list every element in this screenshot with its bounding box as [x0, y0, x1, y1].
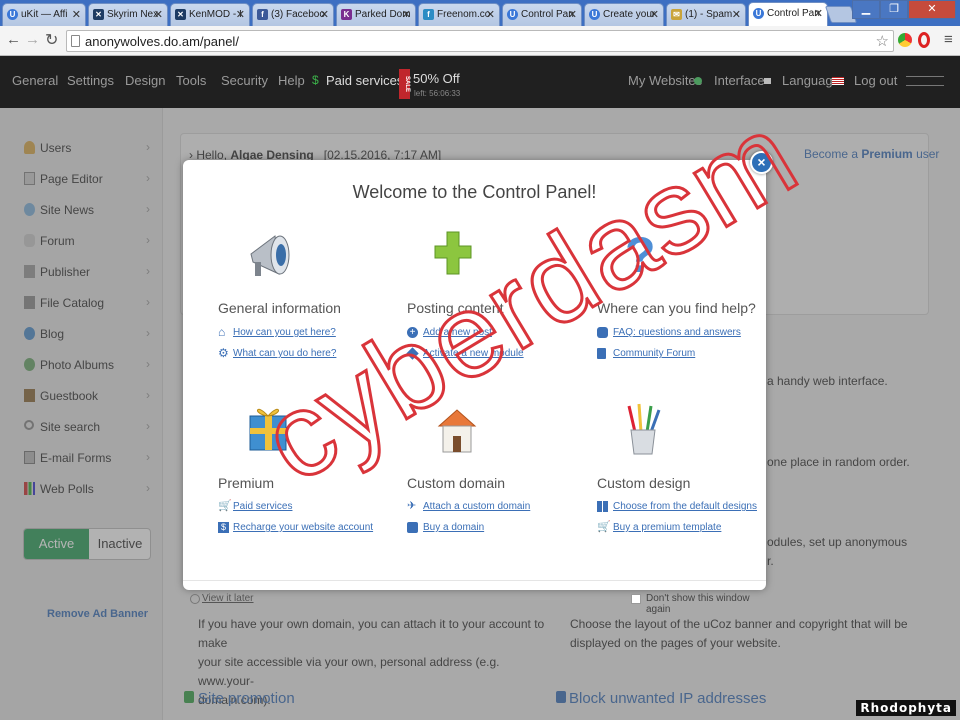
dont-show-label: Don't show this window again [646, 593, 750, 615]
address-bar[interactable]: anonywolves.do.am/panel/ ☆ [66, 30, 894, 52]
close-window-icon[interactable]: ✕ [908, 0, 956, 19]
tab-close-icon[interactable]: ✕ [402, 8, 411, 21]
tab-label: (3) Faceboo [271, 9, 325, 20]
attach-icon: ✈ [407, 500, 417, 512]
clock-icon [190, 594, 200, 604]
maximize-icon[interactable]: ❐ [880, 0, 908, 19]
link-buy-domain[interactable]: Buy a domain [423, 522, 484, 533]
section-title-custom-design: Custom design [597, 475, 691, 491]
tab-label: uKit — Affi [21, 9, 68, 20]
nexus-favicon-icon: ✕ [175, 9, 186, 20]
buy-domain-icon [407, 522, 418, 533]
nav-my-websites[interactable]: My Websites [628, 73, 702, 88]
tab-label: KenMOD - I [189, 9, 242, 20]
link-faq[interactable]: FAQ: questions and answers [613, 327, 741, 338]
nav-design[interactable]: Design [125, 73, 165, 88]
page-icon [71, 35, 80, 47]
freenom-favicon-icon: f [423, 9, 434, 20]
browser-tab[interactable]: f Freenom.co ✕ [418, 3, 500, 26]
signature-label: Rhodophyta [856, 700, 956, 716]
tab-label: Control Pan [767, 8, 820, 19]
home-icon: ⌂ [218, 325, 226, 339]
ukit-favicon-icon: U [589, 9, 600, 20]
nav-security[interactable]: Security [221, 73, 268, 88]
browser-tab-active[interactable]: U Control Pan ✕ [748, 2, 828, 26]
nexus-favicon-icon: ✕ [93, 9, 104, 20]
ukit-favicon-icon: U [753, 8, 764, 19]
nav-settings[interactable]: Settings [67, 73, 114, 88]
browser-tab[interactable]: UuKit — Affi ✕ [2, 3, 86, 26]
expand-icon[interactable] [906, 76, 944, 86]
parked-domain-favicon-icon: K [341, 9, 352, 20]
dont-show-checkbox[interactable] [631, 594, 641, 604]
link-attach-custom-domain[interactable]: Attach a custom domain [423, 501, 530, 512]
opera-extension-icon[interactable] [918, 32, 930, 48]
ukit-favicon-icon: U [507, 9, 518, 20]
tab-close-icon[interactable]: ✕ [154, 8, 163, 21]
gear-icon: ⚙ [218, 346, 229, 360]
reload-icon[interactable]: ↻ [45, 30, 58, 50]
view-it-later-link[interactable]: View it later [202, 593, 254, 604]
back-arrow-icon[interactable]: ← [6, 31, 21, 48]
grid-icon [597, 501, 608, 512]
tab-close-icon[interactable]: ✕ [486, 8, 495, 21]
discount-timer: left: 56:06:33 [414, 89, 461, 98]
tab-close-icon[interactable]: ✕ [650, 8, 659, 21]
section-title-custom-domain: Custom domain [407, 475, 506, 491]
browser-tab[interactable]: U Create your ✕ [584, 3, 664, 26]
globe-icon [694, 77, 702, 85]
link-premium-template[interactable]: Buy a premium template [613, 522, 721, 533]
window-controls: ▁ ❐ ✕ [852, 0, 960, 20]
tab-close-icon[interactable]: ✕ [814, 7, 823, 20]
browser-tab[interactable]: f (3) Faceboo ✕ [252, 3, 334, 26]
tab-label: (1) - Spam - [685, 9, 739, 20]
paint-brushes-icon [627, 403, 661, 455]
browser-tab[interactable]: ✕ Skyrim Nex ✕ [88, 3, 168, 26]
tab-label: Create your [603, 9, 656, 20]
tab-close-icon[interactable]: ✕ [236, 8, 245, 21]
book-icon [597, 348, 606, 359]
minimize-icon[interactable]: ▁ [852, 0, 880, 19]
star-bookmark-icon[interactable]: ☆ [876, 32, 889, 50]
tab-label: Freenom.co [437, 9, 491, 20]
nav-logout[interactable]: Log out [854, 73, 897, 88]
mail-favicon-icon: ✉ [671, 9, 682, 20]
nav-help[interactable]: Help [278, 73, 305, 88]
browser-tab[interactable]: U Control Pan ✕ [502, 3, 582, 26]
extension-icon[interactable] [898, 33, 912, 47]
facebook-favicon-icon: f [257, 9, 268, 20]
nav-paid-services[interactable]: Paid services [326, 73, 403, 88]
cart-icon: 🛒 [597, 521, 611, 533]
tab-close-icon[interactable]: ✕ [72, 8, 81, 21]
tab-label: Skyrim Nex [107, 9, 159, 20]
menu-icon[interactable]: ≡ [944, 31, 953, 48]
ukit-favicon-icon: U [7, 9, 18, 20]
browser-tab[interactable]: ✕ KenMOD - I ✕ [170, 3, 250, 26]
link-community-forum[interactable]: Community Forum [613, 348, 695, 359]
section-title-general-information: General information [218, 300, 341, 316]
tab-close-icon[interactable]: ✕ [732, 8, 741, 21]
tab-label: Control Pan [521, 9, 574, 20]
dollar-icon: $ [312, 73, 319, 87]
discount-text[interactable]: 50% Off [413, 71, 460, 86]
browser-tab[interactable]: K Parked Dom ✕ [336, 3, 416, 26]
nav-tools[interactable]: Tools [176, 73, 206, 88]
url-text: anonywolves.do.am/panel/ [85, 34, 239, 49]
browser-tab-strip: UuKit — Affi ✕ ✕ Skyrim Nex ✕ ✕ KenMOD - I ✕ … [0, 0, 960, 26]
tab-close-icon[interactable]: ✕ [568, 8, 577, 21]
megaphone-icon [250, 235, 290, 276]
modal-divider [183, 580, 766, 581]
browser-tab[interactable]: ✉ (1) - Spam - ✕ [666, 3, 746, 26]
tab-close-icon[interactable]: ✕ [320, 8, 329, 21]
link-how-can-you-get-here[interactable]: How can you get here? [233, 327, 336, 338]
sale-badge: SALE [399, 69, 410, 99]
forward-arrow-icon[interactable]: → [25, 31, 40, 48]
nav-general[interactable]: General [12, 73, 58, 88]
link-default-designs[interactable]: Choose from the default designs [613, 501, 757, 512]
